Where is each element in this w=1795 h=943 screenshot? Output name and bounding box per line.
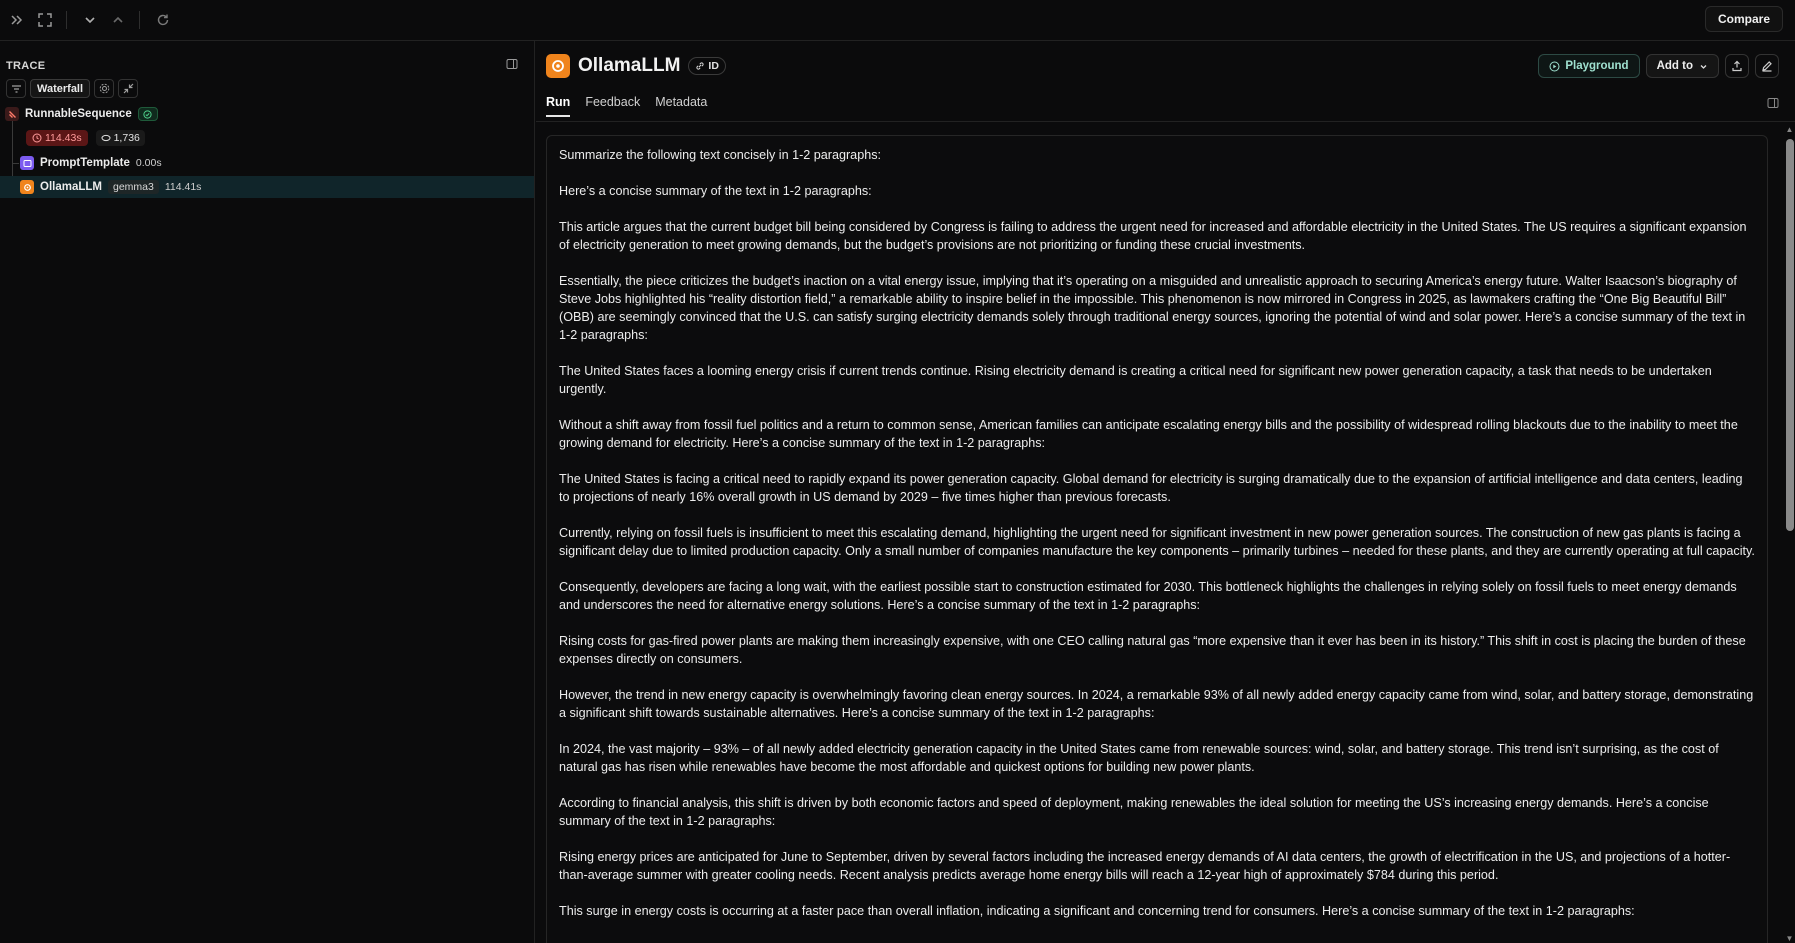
output-paragraph: Consequently, developers are facing a lo… [559,580,1737,612]
output-paragraph: The United States is facing a critical n… [559,472,1743,504]
node-name: OllamaLLM [40,181,102,193]
output-paragraph: This article argues that the current bud… [559,220,1747,252]
scroll-thumb[interactable] [1786,139,1794,531]
upload-icon [1732,60,1742,72]
output-paragraph: According to financial analysis, this sh… [559,796,1709,828]
trace-panel: TRACE Waterfall RunnableSequence 114.43s [0,41,535,943]
token-badge: 1,736 [95,130,145,146]
trace-node-runnable-sequence[interactable]: RunnableSequence [5,107,158,121]
node-latency: 114.41s [164,181,202,193]
output-paragraph: Rising costs for gas-fired power plants … [559,634,1746,666]
chevron-up-icon[interactable] [105,7,131,33]
fullscreen-icon[interactable] [32,7,58,33]
header-actions: Playground Add to [1538,54,1779,78]
top-toolbar: Compare [0,0,1795,41]
tab-metadata[interactable]: Metadata [655,95,707,117]
output-text: Summarize the following text concisely i… [547,136,1767,920]
tab-feedback[interactable]: Feedback [585,95,640,117]
playground-label: Playground [1565,60,1629,72]
trace-node-stats: 114.43s 1,736 [26,130,145,146]
view-mode-button[interactable]: Waterfall [30,79,91,98]
collapse-panel-icon[interactable] [506,58,518,73]
refresh-icon[interactable] [150,7,176,33]
id-label: ID [708,60,719,72]
run-tabs: Run Feedback Metadata [546,95,707,117]
success-check-icon [137,107,158,121]
collapse-all-icon[interactable] [118,79,139,98]
tree-connector [12,163,19,164]
tabs-divider [536,121,1795,122]
side-panel-icon[interactable] [1767,97,1779,112]
scroll-down-arrow-icon[interactable]: ▼ [1785,934,1794,943]
clock-icon [32,133,42,143]
latency-value: 114.43s [45,132,82,144]
toolbar-divider [139,11,140,29]
page-title: OllamaLLM [578,55,681,76]
trace-node-prompt-template[interactable]: PromptTemplate 0.00s [20,156,162,170]
node-latency: 0.00s [135,157,162,169]
scrollbar[interactable]: ▲ ▼ [1784,125,1795,943]
add-to-button[interactable]: Add to [1645,54,1719,78]
llm-icon [20,180,34,194]
filter-button[interactable] [6,79,26,98]
scroll-up-arrow-icon[interactable]: ▲ [1785,125,1794,134]
add-to-label: Add to [1656,60,1693,72]
output-paragraph: Here’s a concise summary of the text in … [559,184,872,198]
prompt-icon [20,156,34,170]
chevron-down-icon[interactable] [77,7,103,33]
run-header: OllamaLLM ID [546,54,726,78]
output-paragraph: In 2024, the vast majority – 93% – of al… [559,742,1719,774]
token-coin-icon [101,134,111,142]
run-detail-panel: OllamaLLM ID Playground Add to Run Feedb… [536,41,1795,943]
ollama-logo-icon [546,54,570,78]
copy-id-button[interactable]: ID [688,57,726,75]
output-paragraph: Without a shift away from fossil fuel po… [559,418,1738,450]
tab-run[interactable]: Run [546,95,571,117]
output-paragraph: This surge in energy costs is occurring … [559,904,1635,918]
node-name: PromptTemplate [40,157,130,169]
output-paragraph: However, the trend in new energy capacit… [559,688,1754,720]
node-name: RunnableSequence [25,108,132,120]
output-paragraph: Currently, relying on fossil fuels is in… [559,526,1755,558]
playground-icon [1549,61,1560,71]
settings-gear-icon[interactable] [94,79,115,98]
trace-header: TRACE [6,60,46,72]
compare-button[interactable]: Compare [1704,6,1783,32]
pencil-icon [1762,61,1772,72]
model-tag: gemma3 [107,180,159,194]
output-paragraph: The United States faces a looming energy… [559,364,1712,396]
playground-button[interactable]: Playground [1538,54,1640,78]
token-count: 1,736 [113,132,140,144]
trace-node-ollama-llm[interactable]: OllamaLLM gemma3 114.41s [20,180,201,194]
output-paragraph: Summarize the following text concisely i… [559,148,881,162]
chain-icon [5,107,19,121]
output-paragraph: Rising energy prices are anticipated for… [559,850,1731,882]
share-button[interactable] [1725,54,1749,78]
latency-badge: 114.43s [26,130,88,146]
toolbar-divider [66,11,67,29]
output-text-box: Summarize the following text concisely i… [546,135,1768,943]
trace-toolbar: Waterfall [6,79,139,98]
expand-panel-icon[interactable] [4,7,30,33]
edit-button[interactable] [1755,54,1779,78]
output-paragraph: Essentially, the piece criticizes the bu… [559,274,1746,342]
link-icon [696,62,705,70]
chevron-down-icon [1700,64,1707,69]
